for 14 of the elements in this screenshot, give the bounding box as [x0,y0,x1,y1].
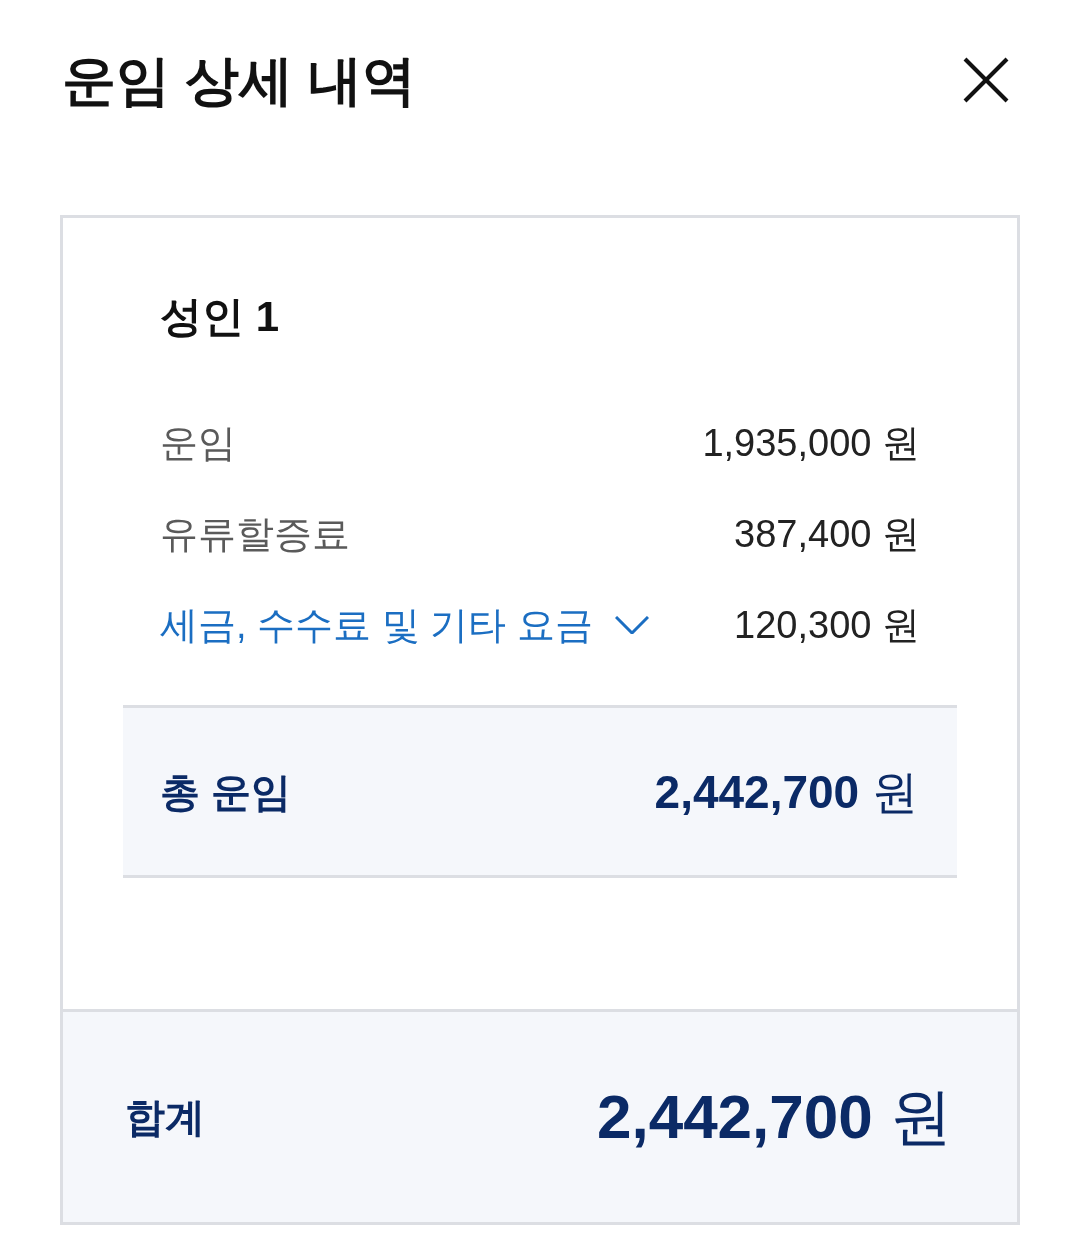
charge-amount: 387,400 원 [734,511,920,557]
charge-label: 유류할증료 [160,511,350,557]
taxes-fees-toggle[interactable]: 세금, 수수료 및 기타 요금 [160,601,649,648]
total-label: 합계 [125,1094,205,1141]
passenger-title: 성인 1 [160,292,280,342]
total-amount: 2,442,700 원 [596,1081,952,1153]
close-button[interactable] [962,56,1010,104]
dialog-title: 운임 상세 내역 [62,49,416,111]
charge-amount: 120,300 원 [734,602,920,648]
subtotal-label: 총 운임 [160,768,292,816]
subtotal-amount: 2,442,700 원 [654,764,918,820]
close-icon [963,57,1009,103]
charge-amount: 1,935,000 원 [702,420,920,466]
charge-label: 운임 [160,420,236,466]
